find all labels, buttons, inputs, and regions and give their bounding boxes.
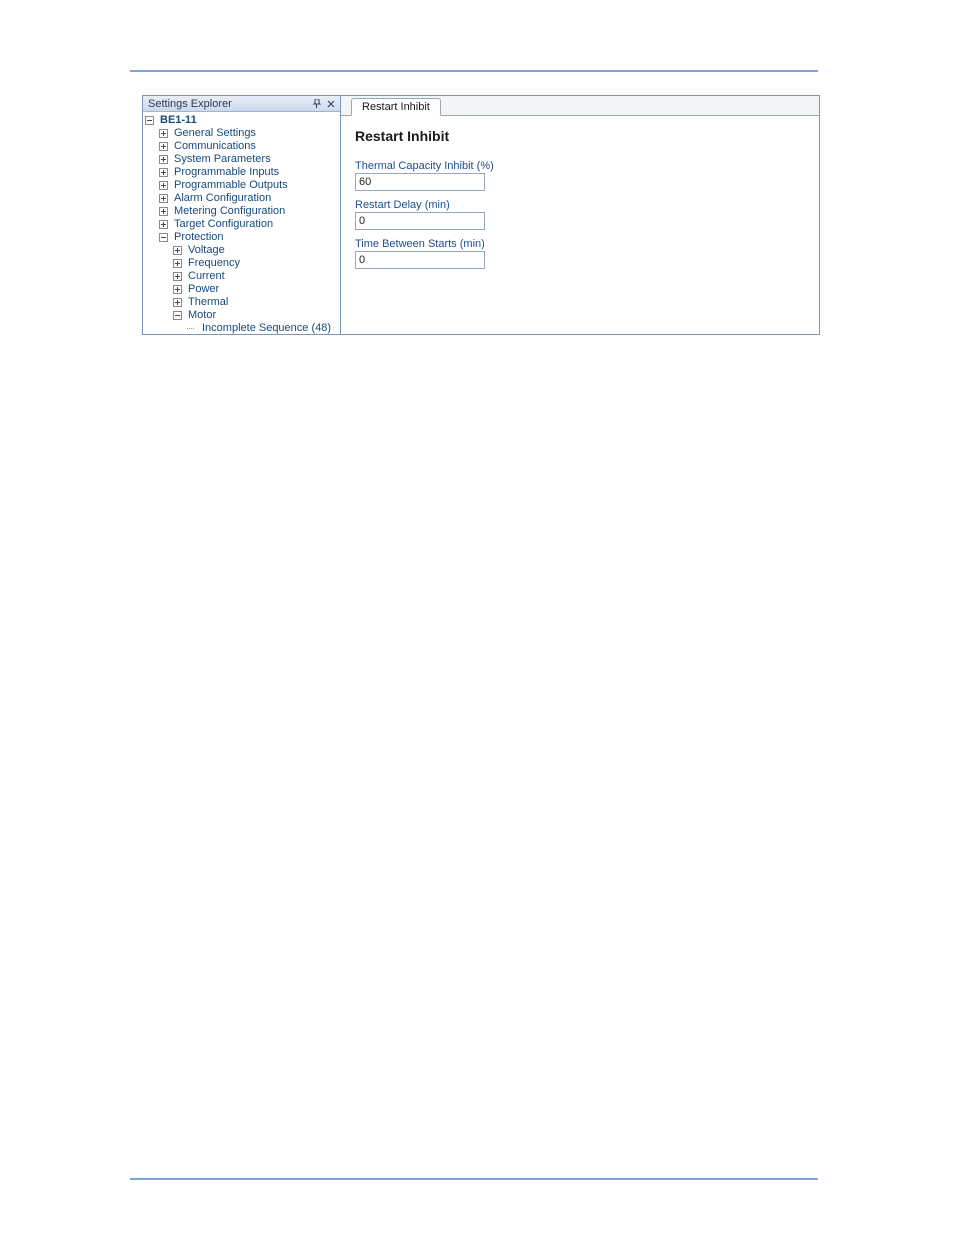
settings-explorer-title: Settings Explorer [148,98,310,110]
input-restart-delay[interactable] [355,212,485,230]
tree-item-motor[interactable]: Motor [186,309,218,322]
tab-restart-inhibit[interactable]: Restart Inhibit [351,98,441,116]
page-title: Restart Inhibit [355,128,805,144]
tree-item-general-settings[interactable]: General Settings [172,127,258,140]
settings-form: Restart Inhibit Thermal Capacity Inhibit… [341,116,819,334]
tab-label: Restart Inhibit [362,101,430,113]
expand-icon[interactable] [173,272,182,281]
expand-icon[interactable] [173,259,182,268]
expand-icon[interactable] [159,142,168,151]
expand-icon[interactable] [173,246,182,255]
tree-item-target-configuration[interactable]: Target Configuration [172,218,275,231]
expand-icon[interactable] [145,116,154,125]
tree-item-frequency[interactable]: Frequency [186,257,242,270]
tree-item-protection[interactable]: Protection [172,231,226,244]
expand-icon[interactable] [159,220,168,229]
tree-connector-icon [187,324,196,333]
collapse-icon[interactable] [159,233,168,242]
tree-item-programmable-outputs[interactable]: Programmable Outputs [172,179,290,192]
label-restart-delay: Restart Delay (min) [355,199,805,211]
tree-item-programmable-inputs[interactable]: Programmable Inputs [172,166,281,179]
tree-item-voltage[interactable]: Voltage [186,244,227,257]
tree-item-incomplete-sequence[interactable]: Incomplete Sequence (48) [200,322,333,334]
tree-item-communications[interactable]: Communications [172,140,258,153]
label-time-between-starts: Time Between Starts (min) [355,238,805,250]
settings-explorer-header: Settings Explorer [143,96,340,112]
expand-icon[interactable] [159,207,168,216]
expand-icon[interactable] [159,181,168,190]
settings-tree[interactable]: BE1-11 General Settings Communications S… [143,112,340,334]
tree-root[interactable]: BE1-11 [158,114,199,127]
label-thermal-capacity-inhibit: Thermal Capacity Inhibit (%) [355,160,805,172]
expand-icon[interactable] [159,194,168,203]
expand-icon[interactable] [159,168,168,177]
app-window: Settings Explorer BE1-11 General Setting… [142,95,820,335]
close-icon[interactable] [324,97,338,111]
tree-item-metering-configuration[interactable]: Metering Configuration [172,205,287,218]
collapse-icon[interactable] [173,311,182,320]
input-thermal-capacity-inhibit[interactable] [355,173,485,191]
tree-item-current[interactable]: Current [186,270,227,283]
tree-item-alarm-configuration[interactable]: Alarm Configuration [172,192,273,205]
expand-icon[interactable] [173,285,182,294]
settings-explorer-panel: Settings Explorer BE1-11 General Setting… [142,95,341,335]
expand-icon[interactable] [159,155,168,164]
tree-item-thermal[interactable]: Thermal [186,296,230,309]
main-panel: Restart Inhibit Restart Inhibit Thermal … [341,95,820,335]
expand-icon[interactable] [159,129,168,138]
expand-icon[interactable] [173,298,182,307]
pin-icon[interactable] [310,97,324,111]
input-time-between-starts[interactable] [355,251,485,269]
tree-item-system-parameters[interactable]: System Parameters [172,153,273,166]
tree-item-power[interactable]: Power [186,283,221,296]
